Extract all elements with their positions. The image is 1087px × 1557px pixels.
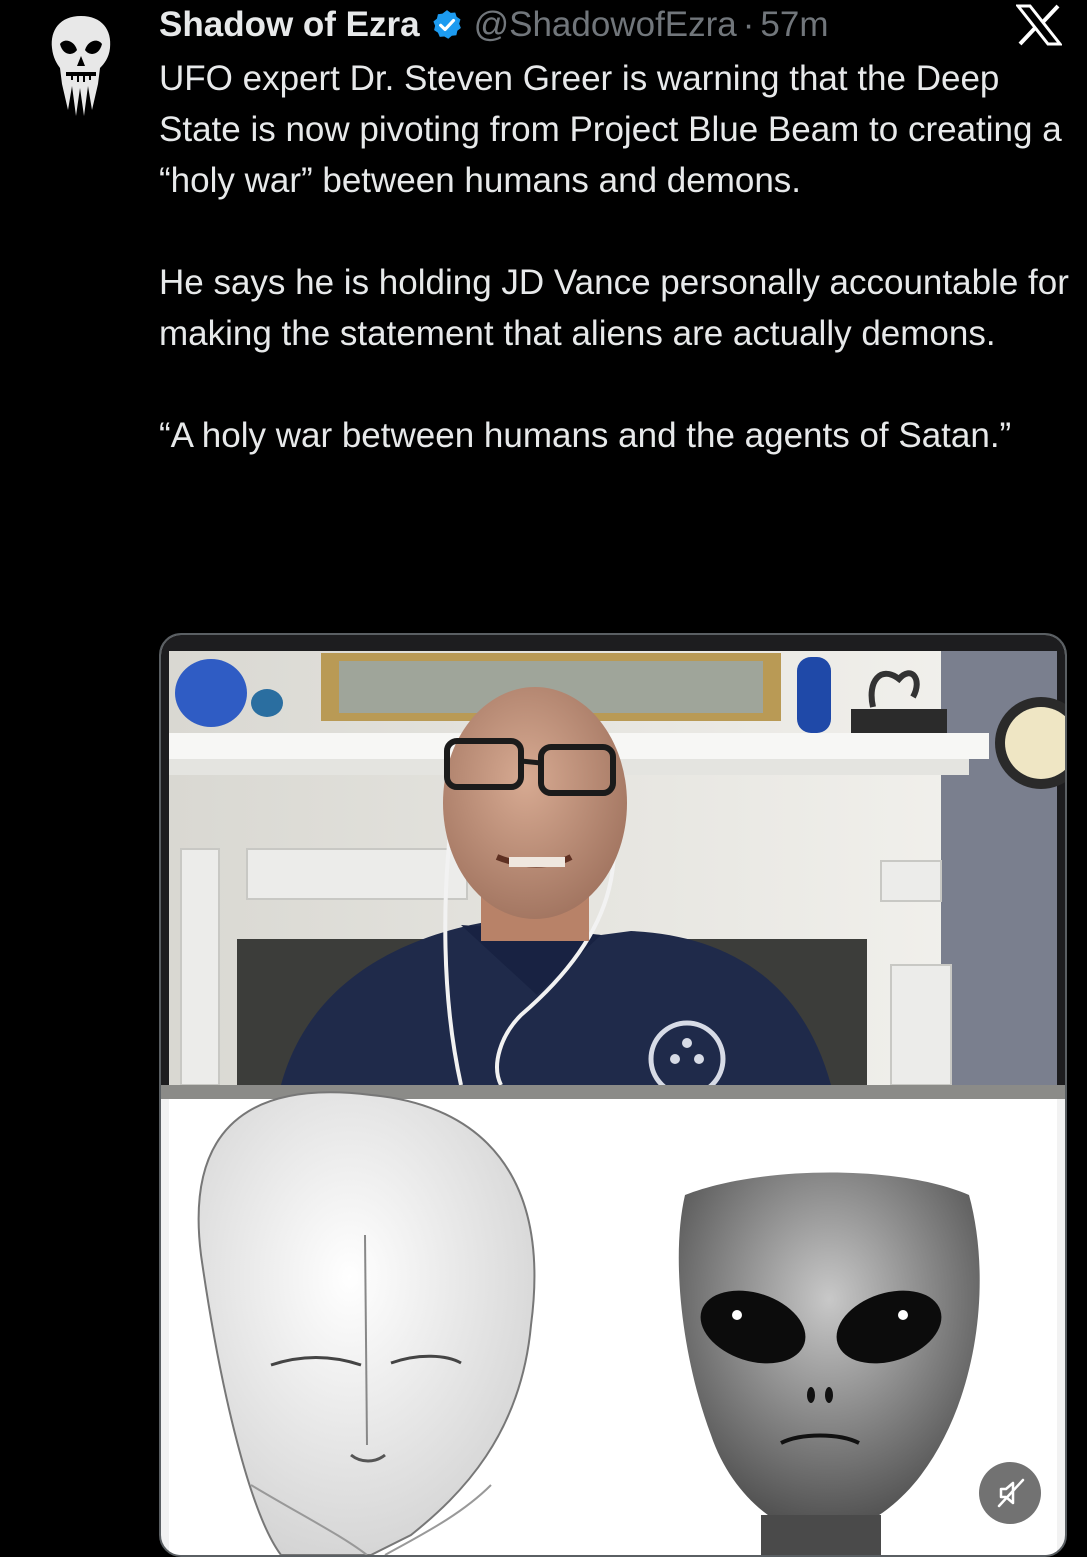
mute-button[interactable] [979, 1462, 1041, 1524]
tweet-paragraph: He says he is holding JD Vance personall… [159, 263, 1069, 353]
tweet-paragraph: “A holy war between humans and the agent… [159, 416, 1012, 455]
tweet-media-video[interactable] [159, 633, 1067, 1557]
tweet-paragraph: UFO expert Dr. Steven Greer is warning t… [159, 59, 1062, 200]
author-display-name[interactable]: Shadow of Ezra [159, 2, 420, 48]
muted-speaker-icon [997, 1478, 1025, 1508]
skull-avatar-icon [51, 16, 111, 116]
meta-separator: · [742, 5, 755, 44]
x-logo-icon [1014, 4, 1064, 46]
video-frame-image [161, 635, 1065, 1555]
tweet-text: UFO expert Dr. Steven Greer is warning t… [159, 53, 1069, 461]
tweet-timestamp[interactable]: 57m [760, 2, 828, 48]
verified-badge-icon [432, 10, 461, 39]
author-avatar[interactable] [48, 14, 114, 118]
x-logo [1014, 4, 1064, 46]
tweet-header: Shadow of Ezra @ShadowofEzra · 57m [159, 2, 829, 48]
author-handle[interactable]: @ShadowofEzra [474, 2, 737, 48]
